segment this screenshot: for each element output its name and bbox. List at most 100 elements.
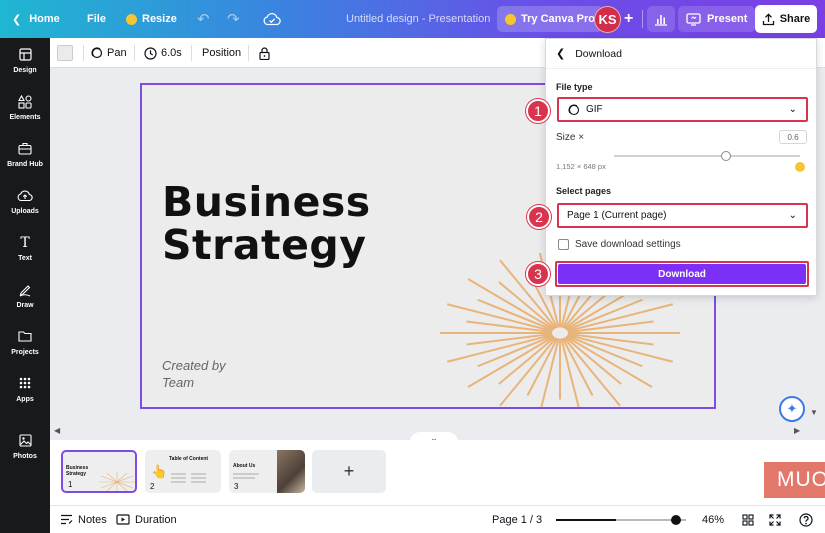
- sunburst-ray: [467, 278, 555, 331]
- page-indicator[interactable]: Page 1 / 3: [492, 506, 542, 533]
- add-page-button[interactable]: +: [312, 450, 386, 493]
- slide-subtitle-line: Team: [162, 375, 195, 390]
- file-type-select[interactable]: GIF ⌄: [557, 97, 808, 122]
- help-button[interactable]: [799, 506, 813, 533]
- duration-button[interactable]: Duration: [116, 506, 177, 533]
- file-menu-button[interactable]: File: [87, 0, 106, 38]
- pan-label: Pan: [107, 47, 127, 59]
- cloud-saved-button[interactable]: [263, 0, 281, 38]
- sunburst-ray: [565, 335, 653, 388]
- scroll-down-icon[interactable]: ▼: [810, 408, 818, 417]
- slide-title-line: Strategy: [162, 221, 367, 269]
- sidebar-item-design[interactable]: Design: [0, 38, 50, 84]
- sunburst-ray: [467, 335, 555, 388]
- file-type-value: GIF: [586, 104, 603, 115]
- duration-label: Duration: [135, 513, 177, 526]
- save-settings-row[interactable]: Save download settings: [558, 239, 681, 250]
- sidebar-item-elements[interactable]: Elements: [0, 85, 50, 131]
- sidebar-item-text[interactable]: T Text: [0, 226, 50, 272]
- timer-icon: [116, 514, 130, 525]
- cloud-check-icon: [263, 13, 281, 26]
- background-color-swatch[interactable]: [57, 45, 73, 61]
- zoom-slider[interactable]: [556, 515, 686, 525]
- sidebar-item-label: Uploads: [11, 208, 39, 215]
- zoom-level[interactable]: 46%: [702, 506, 724, 533]
- sidebar-item-uploads[interactable]: Uploads: [0, 179, 50, 225]
- size-input[interactable]: 0.6: [779, 130, 807, 144]
- muo-watermark-logo: MUO: [764, 462, 825, 498]
- insights-button[interactable]: [647, 6, 675, 32]
- bottom-bar: Notes Duration Page 1 / 3 46%: [50, 505, 825, 533]
- notes-button[interactable]: Notes: [60, 506, 107, 533]
- download-panel: ❮ Download File type GIF ⌄ Size × 0.6 1,…: [545, 38, 817, 296]
- size-slider[interactable]: [614, 151, 800, 161]
- text-icon: T: [20, 235, 30, 251]
- step-badge-3: 3: [526, 262, 550, 286]
- sidebar-item-photos[interactable]: Photos: [0, 424, 50, 470]
- slide-title[interactable]: Business Strategy: [162, 181, 371, 267]
- redo-button[interactable]: ↷: [227, 0, 240, 38]
- page-thumbnail-1[interactable]: Business Strategy 1: [61, 450, 137, 493]
- pan-button[interactable]: Pan: [91, 38, 127, 68]
- zoom-slider-handle[interactable]: [670, 515, 681, 525]
- select-pages-dropdown[interactable]: Page 1 (Current page) ⌄: [557, 203, 808, 228]
- chevron-left-icon: ❮: [12, 13, 22, 26]
- divider: [248, 45, 249, 61]
- present-icon: [686, 12, 701, 26]
- try-canva-pro-button[interactable]: Try Canva Pro: [497, 6, 603, 32]
- thumb-burst: [99, 472, 135, 491]
- page-thumbnail-3[interactable]: About Us 3: [229, 450, 305, 493]
- present-label: Present: [707, 13, 748, 25]
- divider: [642, 10, 643, 28]
- sidebar-item-apps[interactable]: Apps: [0, 367, 50, 413]
- page-number: 2: [150, 482, 155, 491]
- select-pages-label: Select pages: [556, 186, 612, 196]
- undo-button[interactable]: ↶: [197, 0, 210, 38]
- sidebar-item-brand-hub[interactable]: Brand Hub: [0, 132, 50, 178]
- home-button[interactable]: ❮ Home: [12, 0, 60, 38]
- resize-button[interactable]: Resize: [126, 0, 177, 38]
- sidebar-item-label: Photos: [13, 453, 37, 460]
- slide-title-line: Business: [162, 178, 371, 226]
- sidebar-item-label: Apps: [16, 396, 34, 403]
- grid-view-icon: [742, 513, 754, 526]
- sidebar-item-draw[interactable]: Draw: [0, 273, 50, 319]
- document-title[interactable]: Untitled design - Presentation: [346, 0, 490, 38]
- add-collaborator-button[interactable]: +: [624, 0, 633, 38]
- download-button[interactable]: Download: [558, 264, 806, 284]
- step-badge-2: 2: [527, 205, 551, 229]
- size-slider-handle[interactable]: [720, 151, 731, 161]
- download-panel-header: ❮ Download: [546, 39, 816, 69]
- grid-view-button[interactable]: [742, 506, 754, 533]
- share-label: Share: [779, 13, 811, 25]
- divider: [191, 45, 192, 61]
- folder-icon: [18, 330, 32, 345]
- image-icon: [18, 434, 32, 449]
- share-button[interactable]: Share: [755, 5, 817, 33]
- scroll-left-icon[interactable]: ◀: [54, 426, 60, 435]
- lock-button[interactable]: [259, 38, 270, 68]
- resize-label: Resize: [142, 13, 177, 25]
- lock-icon: [259, 46, 270, 60]
- present-button[interactable]: Present: [678, 6, 756, 32]
- save-settings-checkbox[interactable]: [558, 239, 569, 250]
- magic-assistant-button[interactable]: ✦: [779, 396, 805, 422]
- scroll-right-icon[interactable]: ▶: [794, 426, 800, 435]
- page-thumbnail-2[interactable]: Table of Content 👆 2: [145, 450, 221, 493]
- avatar[interactable]: KS: [594, 6, 621, 33]
- timing-button[interactable]: 6.0s: [144, 38, 182, 68]
- pan-icon: [91, 47, 103, 59]
- grid-icon: [19, 377, 31, 392]
- sidebar-item-projects[interactable]: Projects: [0, 320, 50, 366]
- slide-subtitle[interactable]: Created by Team: [162, 357, 226, 391]
- file-type-label: File type: [556, 82, 593, 92]
- fullscreen-button[interactable]: [769, 506, 781, 533]
- upload-cloud-icon: [17, 189, 33, 204]
- thumb-title: About Us: [233, 463, 256, 469]
- step-badge-1: 1: [526, 99, 550, 123]
- clock-icon: [144, 46, 157, 60]
- download-button-highlight: Download: [555, 261, 809, 287]
- back-arrow-icon[interactable]: ❮: [556, 47, 565, 60]
- crown-icon: [126, 13, 137, 25]
- position-button[interactable]: Position: [202, 38, 241, 68]
